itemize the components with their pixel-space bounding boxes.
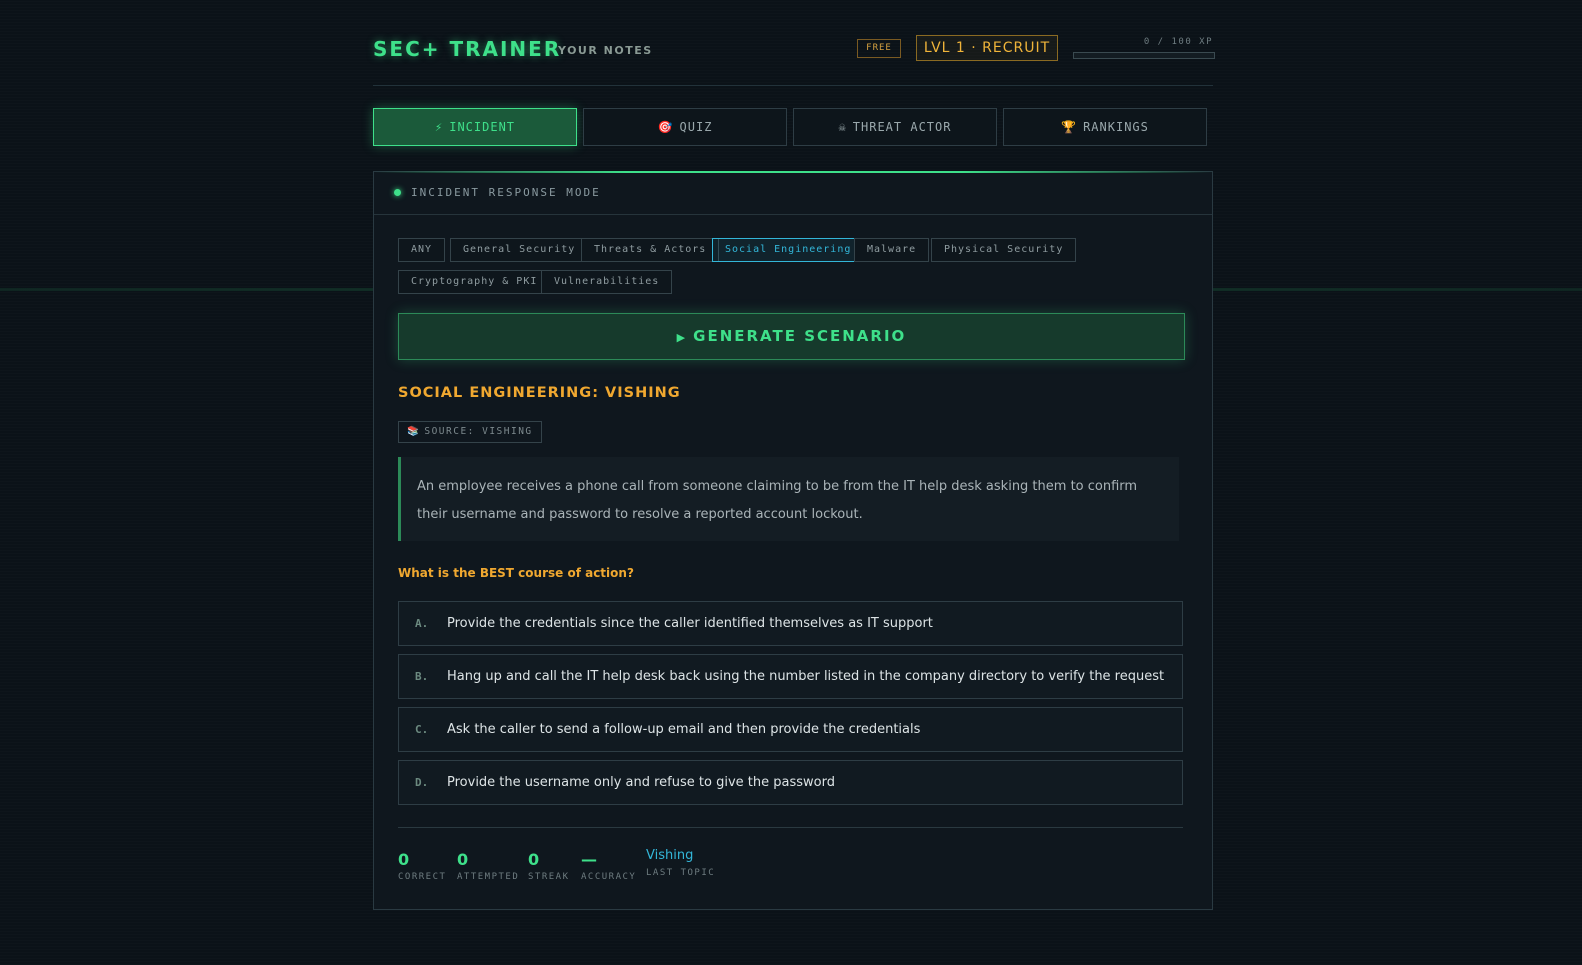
incident-panel: INCIDENT RESPONSE MODE ANY General Secur… — [373, 171, 1214, 910]
stats-divider — [398, 827, 1183, 828]
mode-tabs: ⚡ INCIDENT 🎯 QUIZ ☠ THREAT ACTOR 🏆 RANKINGS — [373, 108, 1213, 146]
generate-scenario-button[interactable]: ▶ GENERATE SCENARIO — [398, 313, 1185, 360]
xp-progress-bar — [1073, 52, 1215, 59]
stat-label: CORRECT — [398, 872, 447, 882]
xp-readout: 0 / 100 XP — [1143, 37, 1213, 47]
generate-label: GENERATE SCENARIO — [693, 327, 907, 345]
scenario-text: An employee receives a phone call from s… — [417, 479, 1138, 522]
stat-value: 0 — [398, 850, 410, 869]
stat-label: ACCURACY — [581, 872, 637, 882]
category-chip-malware[interactable]: Malware — [854, 238, 930, 262]
stat-attempted: 0 ATTEMPTED — [457, 850, 519, 882]
lightning-icon: ⚡ — [434, 120, 444, 134]
tab-label: QUIZ — [679, 120, 713, 134]
status-dot-icon — [394, 189, 401, 196]
category-chip-cryptography-pki[interactable]: Cryptography & PKI — [398, 270, 551, 294]
tab-threat-actor[interactable]: ☠ THREAT ACTOR — [793, 108, 997, 146]
answer-option-a[interactable]: A. Provide the credentials since the call… — [398, 601, 1183, 646]
brand-subtitle: YOUR NOTES — [558, 44, 653, 57]
source-tag: 📚 SOURCE: VISHING — [398, 421, 542, 443]
app-container: SEC+ TRAINER YOUR NOTES FREE LVL 1 · REC… — [373, 0, 1215, 910]
level-badge: LVL 1 · RECRUIT — [916, 35, 1058, 61]
category-chip-general-security[interactable]: General Security — [450, 238, 589, 262]
mode-label: INCIDENT RESPONSE MODE — [411, 186, 601, 199]
option-text: Provide the credentials since the caller… — [447, 616, 933, 631]
answer-option-b[interactable]: B. Hang up and call the IT help desk back… — [398, 654, 1183, 699]
tab-label: RANKINGS — [1083, 120, 1149, 134]
category-chip-threats-actors[interactable]: Threats & Actors — [581, 238, 720, 262]
stat-value: Vishing — [646, 848, 694, 863]
answer-option-d[interactable]: D. Provide the username only and refuse t… — [398, 760, 1183, 805]
mode-bar: INCIDENT RESPONSE MODE — [374, 172, 1212, 215]
stat-correct: 0 CORRECT — [398, 850, 446, 882]
option-letter: C. — [415, 723, 429, 736]
category-chip-social-engineering[interactable]: Social Engineering — [712, 238, 865, 262]
books-icon: 📚 — [407, 426, 421, 437]
category-chip-any[interactable]: ANY — [398, 238, 446, 262]
target-icon: 🎯 — [657, 120, 674, 134]
category-chip-physical-security[interactable]: Physical Security — [931, 238, 1077, 262]
stat-value: 0 — [528, 850, 540, 869]
app-header: SEC+ TRAINER YOUR NOTES FREE LVL 1 · REC… — [373, 0, 1215, 86]
scenario-box: An employee receives a phone call from s… — [398, 457, 1179, 541]
option-letter: B. — [415, 670, 429, 683]
question-prompt: What is the BEST course of action? — [398, 566, 634, 580]
option-letter: D. — [415, 776, 429, 789]
skull-icon: ☠ — [838, 120, 847, 134]
stat-label: ATTEMPTED — [457, 872, 520, 882]
option-text: Provide the username only and refuse to … — [447, 775, 835, 790]
stat-streak: 0 STREAK — [528, 850, 570, 882]
brand-title: SEC+ TRAINER — [373, 37, 562, 61]
stat-label: STREAK — [528, 872, 570, 882]
stat-last-topic: Vishing LAST TOPIC — [646, 846, 715, 878]
scenario-title: SOCIAL ENGINEERING: VISHING — [398, 385, 681, 401]
tab-label: THREAT ACTOR — [852, 120, 952, 134]
tab-quiz[interactable]: 🎯 QUIZ — [583, 108, 787, 146]
stat-value: 0 — [457, 850, 469, 869]
source-label: SOURCE: VISHING — [424, 426, 533, 437]
stat-value: — — [581, 850, 597, 869]
option-text: Hang up and call the IT help desk back u… — [447, 669, 1165, 684]
stat-accuracy: — ACCURACY — [581, 850, 636, 882]
plan-badge: FREE — [857, 39, 901, 58]
play-icon: ▶ — [676, 331, 688, 344]
tab-incident[interactable]: ⚡ INCIDENT — [373, 108, 577, 146]
tab-rankings[interactable]: 🏆 RANKINGS — [1003, 108, 1207, 146]
option-text: Ask the caller to send a follow-up email… — [447, 722, 921, 737]
option-letter: A. — [415, 617, 429, 630]
category-chip-vulnerabilities[interactable]: Vulnerabilities — [541, 270, 673, 294]
stat-label: LAST TOPIC — [646, 868, 716, 878]
tab-label: INCIDENT — [449, 120, 516, 134]
answer-option-c[interactable]: C. Ask the caller to send a follow-up ema… — [398, 707, 1183, 752]
trophy-icon: 🏆 — [1061, 120, 1078, 134]
